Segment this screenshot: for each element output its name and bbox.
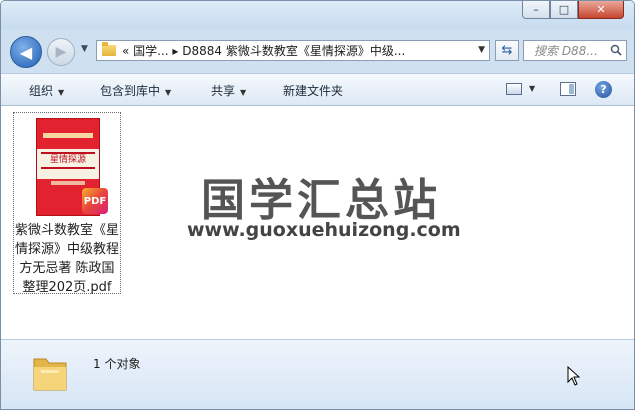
cover-decoration xyxy=(43,133,93,138)
watermark-url: www.guoxuehuizong.com xyxy=(187,219,461,241)
chevron-down-icon: ▼ xyxy=(240,88,247,97)
file-list-area[interactable]: 星情探源 PDF 紫微斗数教室《星情探源》中级教程方无忌著 陈政国整理202页.… xyxy=(1,106,634,339)
share-menu[interactable]: 共享 ▼ xyxy=(211,82,246,99)
refresh-icon: ⇆ xyxy=(501,43,513,58)
address-bar[interactable]: « 国学... ▸ D8884 紫微斗数教室《星情探源》中级... ▼ xyxy=(96,40,490,61)
new-folder-button[interactable]: 新建文件夹 xyxy=(283,82,343,99)
view-options-icon[interactable] xyxy=(506,83,522,95)
title-bar: – □ ✕ xyxy=(1,1,634,29)
help-icon[interactable]: ? xyxy=(595,81,612,98)
chevron-down-icon: ▼ xyxy=(165,88,172,97)
maximize-button[interactable]: □ xyxy=(550,1,578,19)
organize-label: 组织 xyxy=(29,84,54,98)
chevron-down-icon: ▼ xyxy=(58,88,65,97)
arrow-left-icon: ◀ xyxy=(19,42,33,62)
navigation-bar: ◀ ▶ ▼ « 国学... ▸ D8884 紫微斗数教室《星情探源》中级... … xyxy=(1,31,634,69)
file-item-pdf[interactable]: 星情探源 PDF 紫微斗数教室《星情探源》中级教程方无忌著 陈政国整理202页.… xyxy=(13,112,121,295)
details-pane: 1 个对象 xyxy=(1,339,634,409)
arrow-right-icon: ▶ xyxy=(55,44,67,60)
caption-buttons: – □ ✕ xyxy=(522,1,624,21)
cover-title: 星情探源 xyxy=(41,152,95,169)
folder-icon xyxy=(33,358,67,391)
include-library-label: 包含到库中 xyxy=(100,84,161,98)
status-item-count: 1 个对象 xyxy=(93,357,141,371)
search-input[interactable]: 搜索 D88... xyxy=(534,42,598,59)
preview-pane-icon[interactable] xyxy=(560,82,576,96)
mouse-cursor-icon xyxy=(567,366,581,386)
include-library-menu[interactable]: 包含到库中 ▼ xyxy=(100,82,171,99)
address-path[interactable]: « 国学... ▸ D8884 紫微斗数教室《星情探源》中级... xyxy=(122,42,405,59)
share-label: 共享 xyxy=(211,84,236,98)
cover-decoration xyxy=(51,181,85,185)
minimize-button[interactable]: – xyxy=(522,1,550,19)
folder-icon xyxy=(102,42,116,56)
forward-button[interactable]: ▶ xyxy=(47,38,75,66)
address-dropdown[interactable]: ▼ xyxy=(478,45,485,55)
new-folder-label: 新建文件夹 xyxy=(283,84,344,98)
view-dropdown-icon[interactable]: ▼ xyxy=(529,84,535,93)
pdf-icon: PDF xyxy=(82,188,108,214)
refresh-button[interactable]: ⇆ xyxy=(495,40,519,61)
search-box[interactable]: 搜索 D88... xyxy=(523,40,627,61)
command-bar: 组织 ▼ 包含到库中 ▼ 共享 ▼ 新建文件夹 ▼ ? xyxy=(1,73,634,106)
close-button[interactable]: ✕ xyxy=(578,1,624,19)
recent-pages-dropdown[interactable]: ▼ xyxy=(81,44,88,54)
organize-menu[interactable]: 组织 ▼ xyxy=(29,82,64,99)
back-button[interactable]: ◀ xyxy=(10,36,42,68)
file-name: 紫微斗数教室《星情探源》中级教程方无忌著 陈政国整理202页.pdf xyxy=(14,223,119,295)
explorer-window: – □ ✕ ◀ ▶ ▼ « 国学... ▸ D8884 紫微斗数教室《星情探源》… xyxy=(0,0,635,410)
search-icon xyxy=(610,44,622,56)
